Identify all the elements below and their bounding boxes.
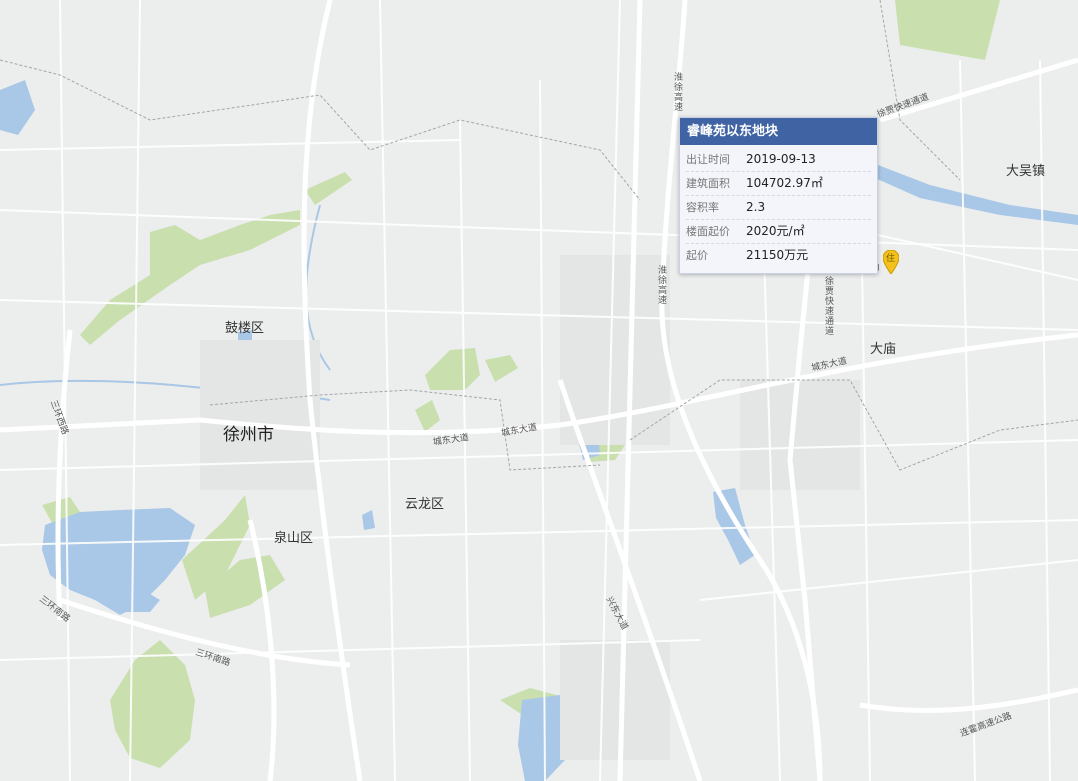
popup-details: 出让时间 2019-09-13 建筑面积 104702.97㎡ 容积率 2.3 …: [680, 145, 877, 273]
popup-row-value: 2.3: [746, 200, 766, 214]
popup-row: 起价 21150万元: [686, 244, 871, 267]
popup-row-value: 2020元/㎡: [746, 224, 805, 238]
popup-row-key: 楼面起价: [686, 225, 730, 238]
popup-title: 睿峰苑以东地块: [680, 118, 877, 145]
popup-row-key: 容积率: [686, 201, 719, 214]
popup-row: 容积率 2.3: [686, 196, 871, 220]
popup-row: 楼面起价 2020元/㎡: [686, 220, 871, 244]
parcel-info-popup[interactable]: 睿峰苑以东地块 出让时间 2019-09-13 建筑面积 104702.97㎡ …: [679, 117, 878, 274]
popup-row: 建筑面积 104702.97㎡: [686, 172, 871, 196]
popup-row-key: 出让时间: [686, 153, 730, 166]
popup-row-value: 104702.97㎡: [746, 176, 823, 190]
marker-label: 住: [886, 254, 896, 264]
popup-row-value: 2019-09-13: [746, 152, 816, 166]
popup-leader-line: [778, 264, 879, 271]
map-canvas[interactable]: 徐州市 鼓楼区 云龙区 泉山区 大吴镇 大庙 淮徐高速 淮徐高速 徐贾快速通道 …: [0, 0, 1078, 781]
popup-row-key: 建筑面积: [686, 177, 730, 190]
popup-row-value: 21150万元: [746, 248, 809, 262]
popup-row-key: 起价: [686, 249, 708, 262]
residential-marker[interactable]: 住: [882, 249, 900, 275]
popup-row: 出让时间 2019-09-13: [686, 148, 871, 172]
